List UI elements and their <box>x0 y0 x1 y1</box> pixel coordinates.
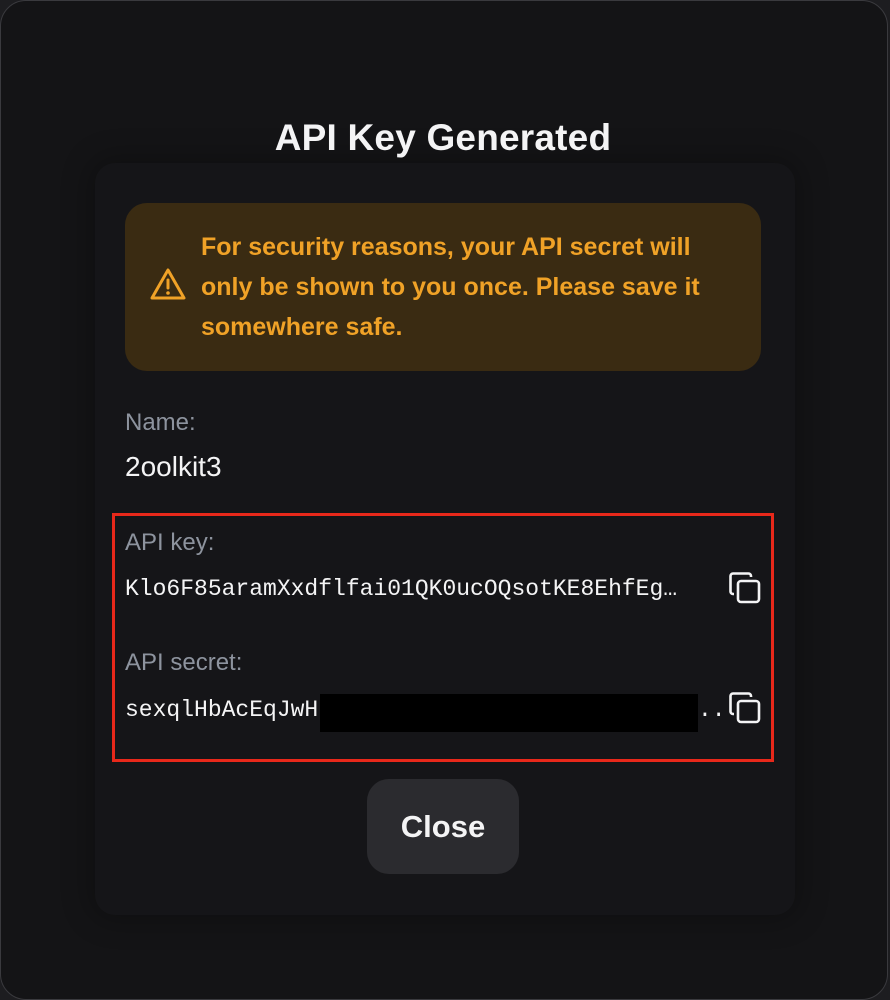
warning-banner: For security reasons, your API secret wi… <box>125 203 761 371</box>
highlight-box <box>112 513 774 762</box>
name-label: Name: <box>125 409 196 436</box>
warning-text: For security reasons, your API secret wi… <box>201 233 700 341</box>
name-value: 2oolkit3 <box>125 451 222 482</box>
warning-triangle-icon <box>150 268 186 300</box>
dialog-window: API Key Generated For security reasons, … <box>0 0 888 1000</box>
close-button[interactable]: Close <box>367 779 519 874</box>
dialog-title: API Key Generated <box>274 117 612 158</box>
